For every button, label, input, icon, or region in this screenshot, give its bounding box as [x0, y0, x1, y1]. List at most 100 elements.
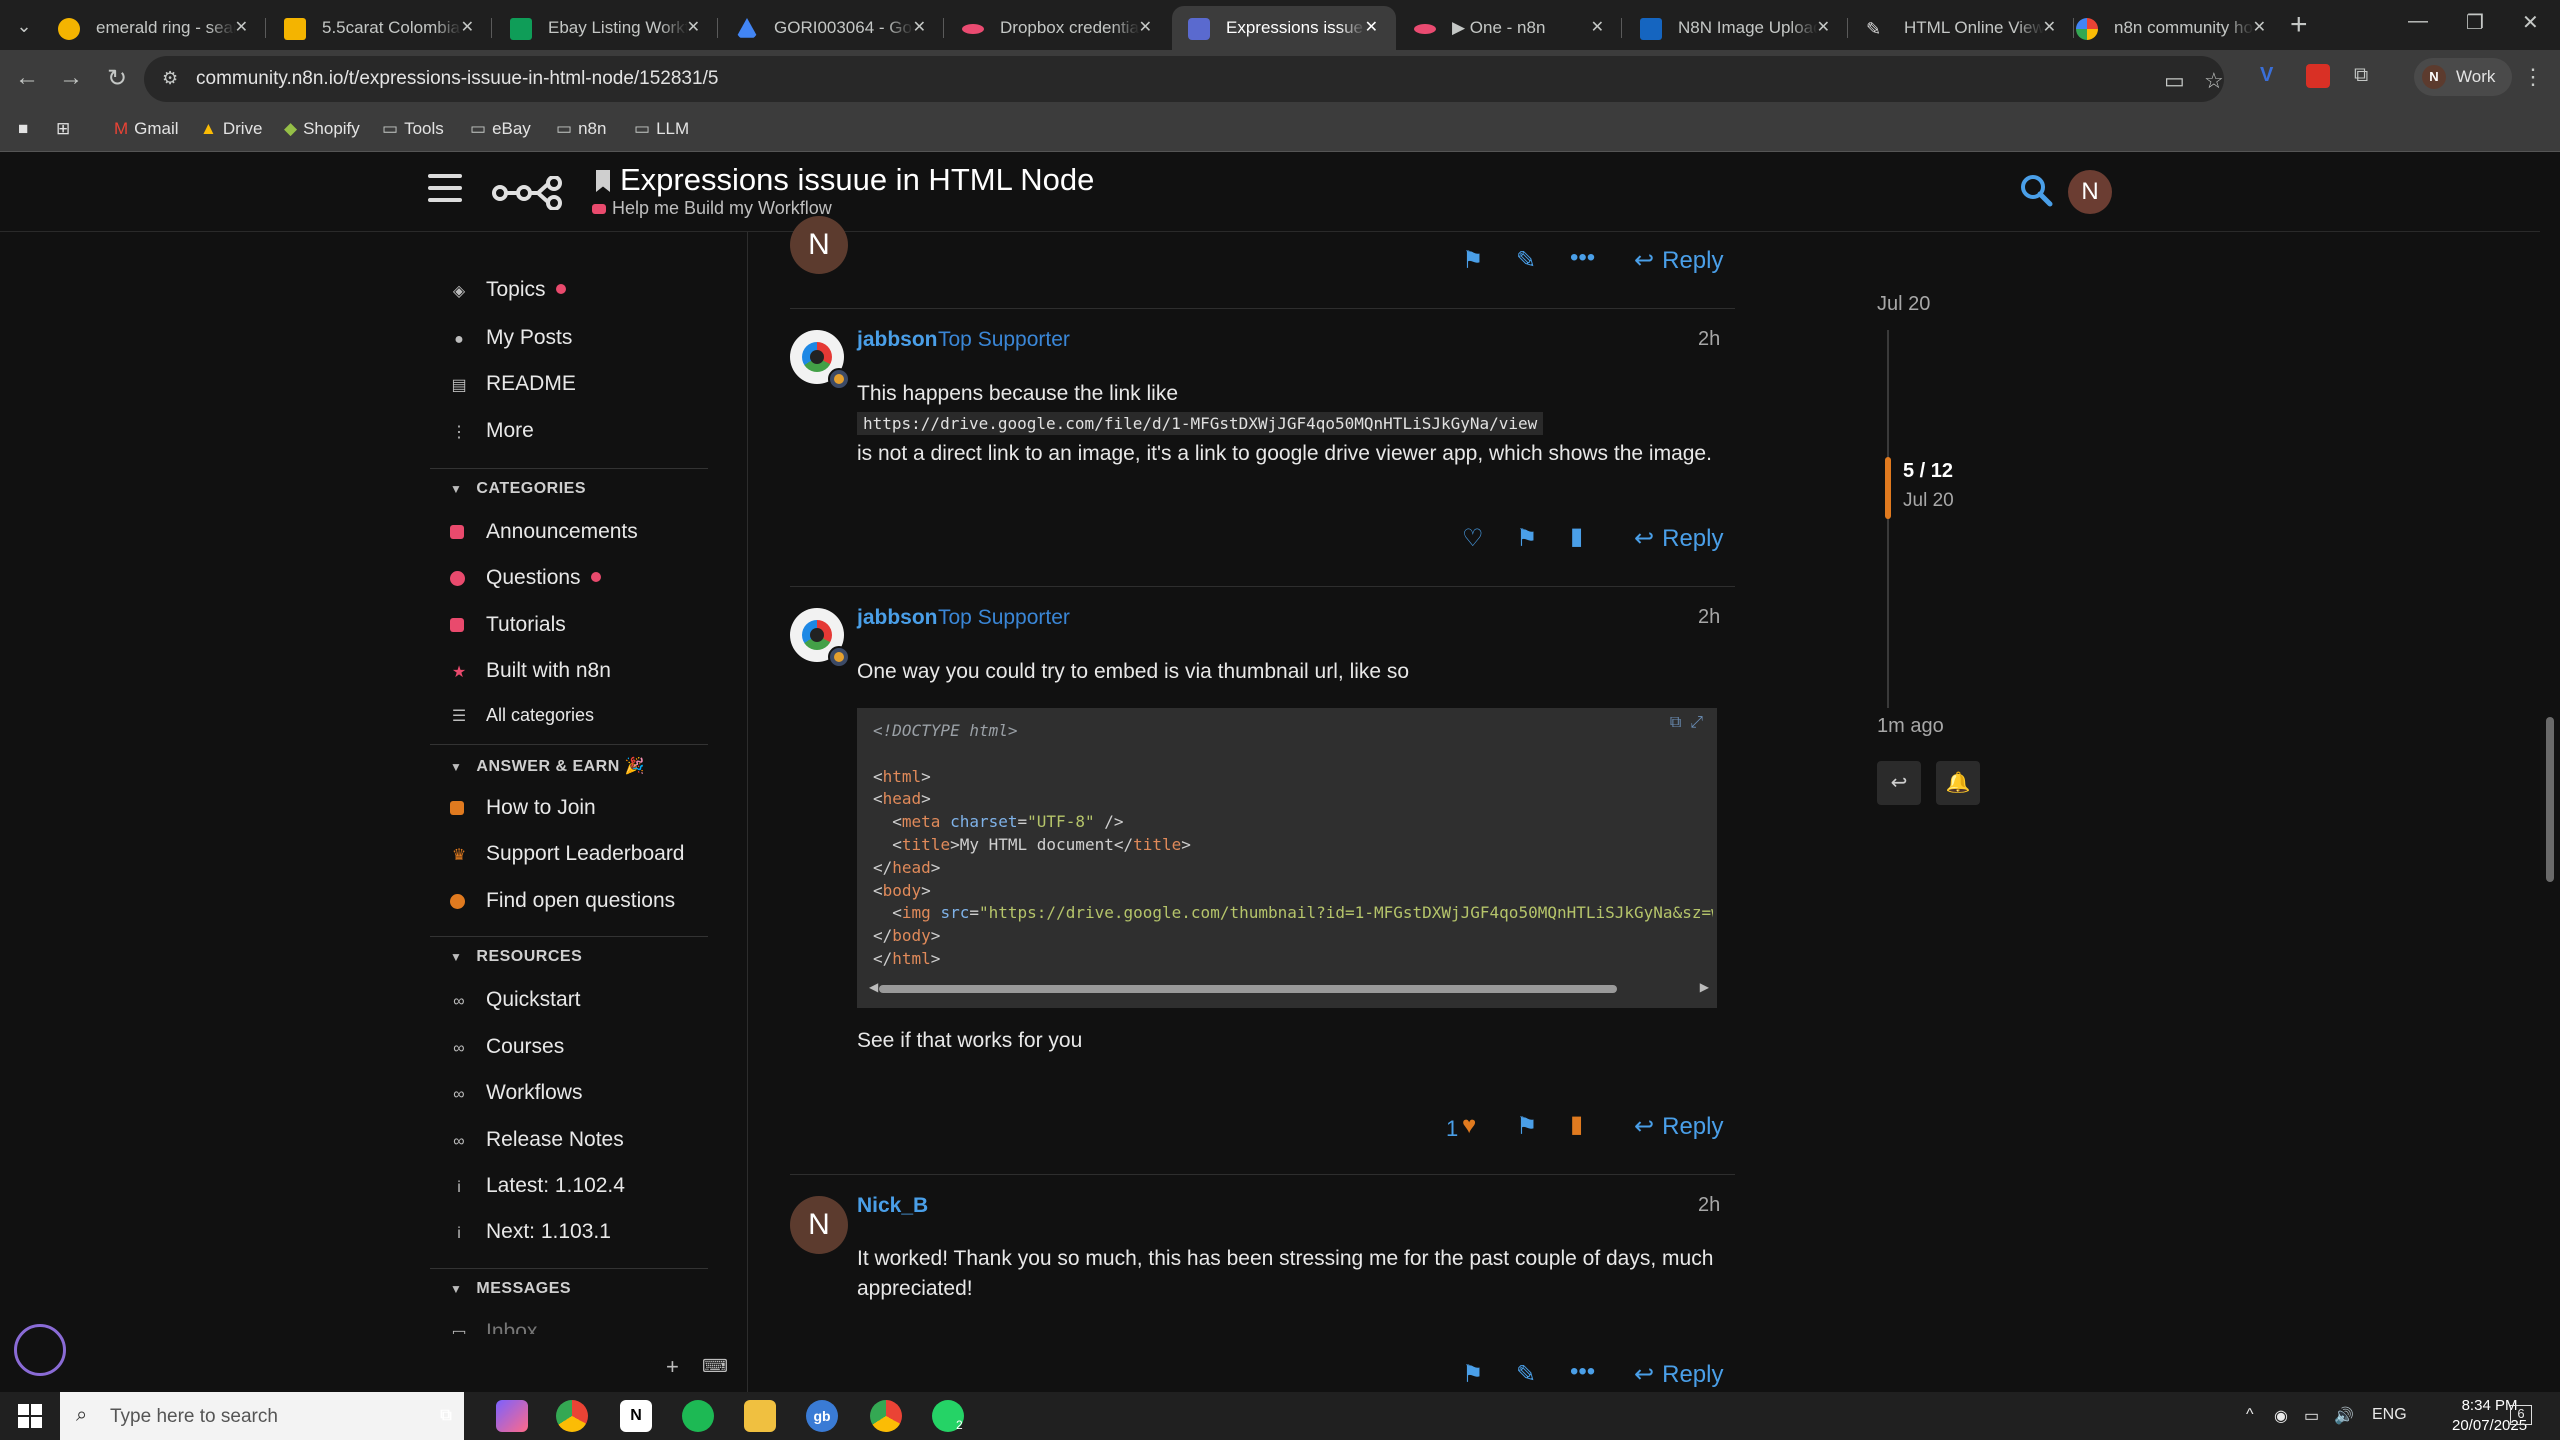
tab-one-n8n[interactable]: ▶ One - n8n ✕	[1398, 6, 1622, 50]
tab-n8n-image-upload[interactable]: N8N Image Upload ✕	[1624, 6, 1848, 50]
sidebar-item-my-posts[interactable]: ● My Posts	[450, 326, 572, 350]
spotify-icon[interactable]	[682, 1400, 714, 1432]
sidebar-item-next-version[interactable]: i Next: 1.103.1	[450, 1220, 611, 1244]
close-tab-icon[interactable]: ✕	[1591, 6, 1604, 50]
like-heart-icon[interactable]: ♡	[1462, 524, 1484, 553]
extension-download-icon[interactable]	[2306, 64, 2330, 88]
bookmark-shopify[interactable]: ◆ Shopify	[284, 119, 360, 139]
username[interactable]: Nick_B	[857, 1194, 928, 1218]
bookmark-n8n[interactable]: ▭ n8n	[556, 119, 606, 139]
minimize-button[interactable]: —	[2408, 10, 2428, 33]
timeline-reply-button[interactable]: ↩	[1877, 761, 1921, 805]
chrome-work-icon[interactable]	[870, 1400, 902, 1432]
avatar[interactable]: N	[790, 1196, 848, 1254]
flag-icon[interactable]: ⚑	[1462, 246, 1484, 275]
bookmark-ebay[interactable]: ▭ eBay	[470, 119, 531, 139]
reply-button[interactable]: ↩ Reply	[1634, 524, 1723, 553]
section-resources[interactable]: ▼ RESOURCES	[450, 948, 582, 966]
page-scrollbar[interactable]	[2540, 152, 2560, 1392]
tab-colombia[interactable]: 5.5carat Colombia E ✕	[268, 6, 492, 50]
like-count[interactable]: 1	[1446, 1114, 1458, 1144]
sidebar-item-courses[interactable]: ∞ Courses	[450, 1035, 564, 1059]
extension-v-icon[interactable]: V	[2260, 64, 2284, 88]
sidebar-item-questions[interactable]: Questions	[450, 566, 601, 590]
flag-icon[interactable]: ⚑	[1462, 1360, 1484, 1389]
username[interactable]: jabbson	[857, 328, 938, 352]
profile-button[interactable]: N Work	[2414, 58, 2512, 96]
search-icon[interactable]	[2018, 172, 2054, 208]
tray-chevron-icon[interactable]: ^	[2246, 1406, 2254, 1424]
tab-gori[interactable]: GORI003064 - Goog✕	[720, 6, 944, 50]
tab-n8n-community[interactable]: n8n community hov ✕	[2060, 6, 2284, 50]
close-tab-icon[interactable]: ✕	[2043, 6, 2056, 50]
flag-icon[interactable]: ⚑	[1516, 524, 1538, 553]
close-window-button[interactable]: ✕	[2522, 10, 2539, 35]
avatar[interactable]	[790, 608, 850, 668]
notification-center-icon[interactable]: 6	[2510, 1405, 2532, 1425]
extensions-puzzle-icon[interactable]: ⧉	[2354, 64, 2378, 88]
scrollbar-thumb[interactable]	[879, 985, 1617, 993]
network-icon[interactable]: ▭	[2304, 1406, 2319, 1426]
post-date[interactable]: 2h	[1698, 606, 1720, 629]
username[interactable]: jabbson	[857, 606, 938, 630]
volume-icon[interactable]: 🔊	[2334, 1406, 2354, 1426]
close-tab-icon[interactable]: ✕	[2253, 6, 2266, 50]
post-date[interactable]: 2h	[1698, 1194, 1720, 1217]
add-icon[interactable]: +	[666, 1354, 679, 1380]
post-date[interactable]: 2h	[1698, 328, 1720, 351]
bookmark-tools[interactable]: ▭ Tools	[382, 119, 444, 139]
section-messages[interactable]: ▼ MESSAGES	[450, 1280, 571, 1298]
gb-app-icon[interactable]: gb	[806, 1400, 838, 1432]
close-tab-icon[interactable]: ✕	[687, 6, 700, 50]
bookmark-icon[interactable]: ▮	[1570, 1110, 1583, 1139]
liked-heart-icon[interactable]: ♥	[1462, 1112, 1476, 1140]
tab-emerald-ring[interactable]: emerald ring - searc ✕	[42, 6, 266, 50]
language-indicator[interactable]: ENG	[2372, 1406, 2407, 1424]
copilot-icon[interactable]	[496, 1400, 528, 1432]
tab-search-icon[interactable]: ⌄	[12, 14, 36, 38]
close-tab-icon[interactable]: ✕	[461, 6, 474, 50]
sidebar-item-latest-version[interactable]: i Latest: 1.102.4	[450, 1174, 625, 1198]
code-horizontal-scrollbar[interactable]: ◀ ▶	[869, 980, 1709, 994]
timeline-last-activity[interactable]: 1m ago	[1877, 715, 1944, 738]
bookmark-star-icon[interactable]: ☆	[2204, 68, 2224, 94]
taskbar-search-box[interactable]: ⌕ Type here to search	[60, 1392, 464, 1440]
sidebar-item-quickstart[interactable]: ∞ Quickstart	[450, 988, 580, 1012]
scroll-left-icon[interactable]: ◀	[869, 980, 878, 994]
new-tab-button[interactable]: +	[2290, 8, 2308, 42]
timeline-start-date[interactable]: Jul 20	[1877, 293, 1930, 316]
flag-icon[interactable]: ⚑	[1516, 1112, 1538, 1141]
restore-button[interactable]: ❐	[2466, 10, 2484, 35]
install-app-icon[interactable]: ▭	[2164, 68, 2185, 94]
task-view-icon[interactable]: ⧉	[430, 1400, 462, 1432]
site-info-icon[interactable]: ⚙	[162, 68, 178, 89]
forward-button[interactable]: →	[56, 64, 86, 92]
sidebar-item-find-open-questions[interactable]: Find open questions	[450, 889, 675, 913]
sidebar-item-all-categories[interactable]: ☰ All categories	[450, 705, 594, 726]
sidebar-item-announcements[interactable]: Announcements	[450, 520, 638, 544]
reply-button[interactable]: ↩ Reply	[1634, 1360, 1723, 1389]
bookmark-drive[interactable]: ▲ Drive	[200, 119, 263, 139]
close-tab-icon[interactable]: ✕	[1365, 6, 1378, 50]
windows-start-icon[interactable]	[18, 1404, 42, 1428]
hamburger-menu-icon[interactable]	[428, 174, 462, 202]
reply-button[interactable]: ↩ Reply	[1634, 246, 1723, 275]
sidebar-item-inbox[interactable]: ▭ Inbox	[450, 1320, 537, 1334]
code-block[interactable]: ⧉ ⤢ <!DOCTYPE html> <html> <head> <meta c…	[857, 708, 1717, 1008]
close-tab-icon[interactable]: ✕	[1817, 6, 1830, 50]
close-tab-icon[interactable]: ✕	[235, 6, 248, 50]
timeline-handle[interactable]	[1885, 457, 1891, 519]
address-bar[interactable]: ⚙ community.n8n.io/t/expressions-issuue-…	[144, 56, 2224, 102]
topic-title[interactable]: Expressions issuue in HTML Node	[596, 162, 1094, 198]
close-tab-icon[interactable]: ✕	[1139, 6, 1152, 50]
timeline-track[interactable]	[1887, 330, 1889, 708]
reload-button[interactable]: ↻	[102, 64, 132, 93]
bookmark-gmail[interactable]: M Gmail	[114, 119, 179, 139]
back-button[interactable]: ←	[12, 64, 42, 92]
sidebar-item-topics[interactable]: ◈ Topics	[450, 278, 566, 302]
tray-app-icon[interactable]: ◉	[2274, 1406, 2288, 1426]
avatar[interactable]	[790, 330, 850, 390]
keyboard-icon[interactable]: ⌨	[702, 1356, 728, 1377]
scrollbar-thumb[interactable]	[2546, 717, 2554, 882]
bookmark-square-icon[interactable]: ■	[18, 119, 28, 139]
